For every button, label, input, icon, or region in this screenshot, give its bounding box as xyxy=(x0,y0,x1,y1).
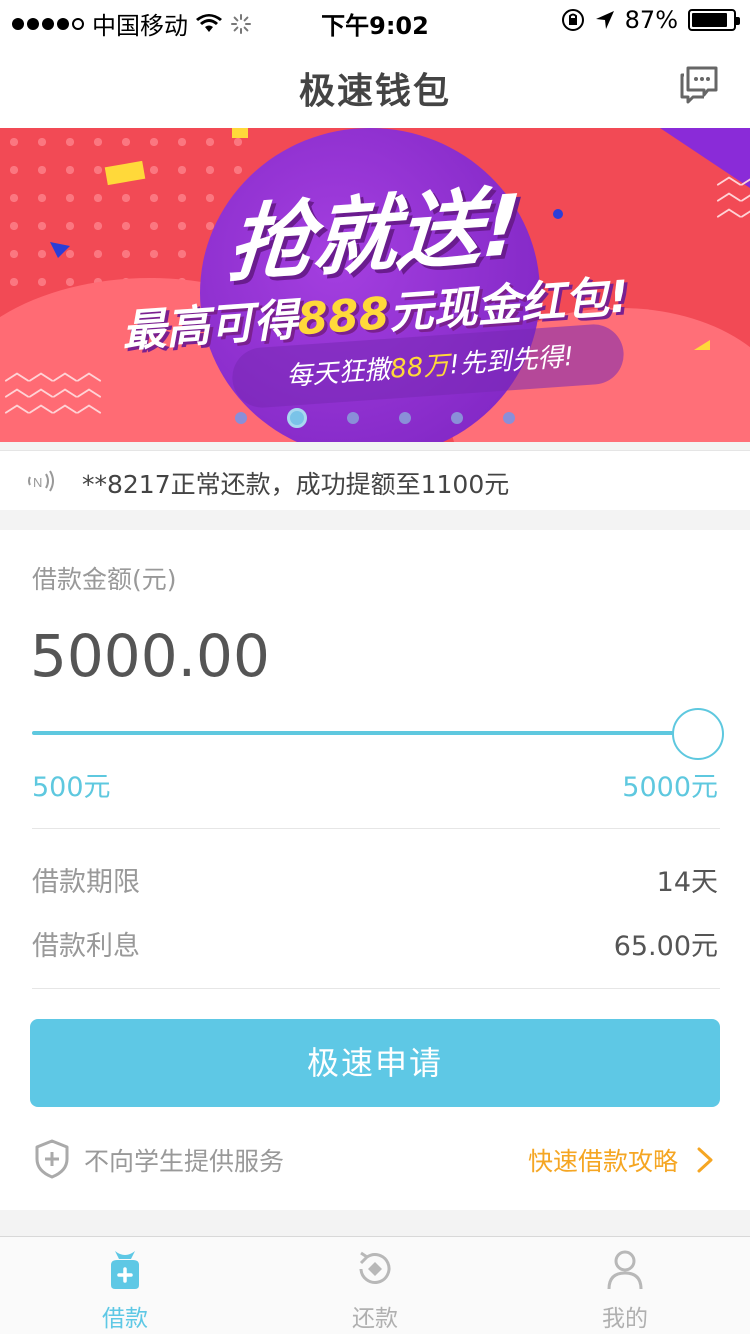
nav-bar: 极速钱包 xyxy=(0,40,750,128)
chevron-right-icon[interactable] xyxy=(696,1147,714,1173)
loan-card: 借款金额(元) 5000.00 500元 5000元 借款期限 14天 借款利息… xyxy=(0,530,750,1210)
tab-label-mine: 我的 xyxy=(602,1306,648,1332)
carousel-dot[interactable] xyxy=(451,412,463,424)
ticket-confetti-icon xyxy=(104,160,146,186)
tab-borrow[interactable]: 借款 xyxy=(0,1237,250,1334)
term-label: 借款期限 xyxy=(32,867,140,898)
amount-value: 5000.00 xyxy=(30,622,270,690)
interest-label: 借款利息 xyxy=(32,931,140,962)
svg-text:N: N xyxy=(33,475,42,490)
tab-bar: 借款 还款 我的 xyxy=(0,1236,750,1334)
location-arrow-icon xyxy=(595,11,614,29)
carousel-dot[interactable] xyxy=(347,412,359,424)
carousel-dot[interactable] xyxy=(235,412,247,424)
carousel-indicator[interactable] xyxy=(0,408,750,428)
student-notice: 不向学生提供服务 xyxy=(84,1147,285,1176)
loan-guide-link[interactable]: 快速借款攻略 xyxy=(528,1142,678,1178)
amount-slider-thumb[interactable] xyxy=(672,708,724,760)
carousel-dot[interactable] xyxy=(399,412,411,424)
banner-tagline-highlight: 88万 xyxy=(389,350,451,385)
status-bar: 中国移动 下午9:02 87% xyxy=(0,0,750,40)
notice-ticker: N **8217正常还款，成功提额至1100元 xyxy=(0,450,750,510)
yellow-confetti-icon xyxy=(232,128,248,138)
rotation-lock-icon xyxy=(561,9,584,31)
banner-subline-highlight: 888 xyxy=(295,288,391,346)
amount-slider-track[interactable] xyxy=(32,731,696,735)
interest-value: 65.00元 xyxy=(613,931,718,962)
money-bag-icon xyxy=(111,1251,139,1289)
notice-text: **8217正常还款，成功提额至1100元 xyxy=(82,470,510,499)
zigzag-decoration-left: ︿︿︿︿ ︿︿︿︿ ︿︿︿︿ xyxy=(4,357,102,419)
shield-plus-icon xyxy=(35,1139,69,1179)
tab-repay[interactable]: 还款 xyxy=(250,1237,500,1334)
repay-cycle-icon xyxy=(359,1251,391,1284)
chat-bubbles-icon[interactable] xyxy=(678,62,720,104)
battery-percent: 87% xyxy=(624,6,678,34)
carousel-dot[interactable] xyxy=(287,408,307,428)
amount-label: 借款金额(元) xyxy=(32,565,177,594)
divider xyxy=(32,828,720,829)
divider xyxy=(32,988,720,989)
promo-banner[interactable]: ︿︿︿︿︿︿︿︿︿︿︿︿ ︿︿︿︿︿︿ 抢就送! 最高可得888元现金红包! 每… xyxy=(0,128,750,442)
tab-label-repay: 还款 xyxy=(352,1306,398,1332)
tab-mine[interactable]: 我的 xyxy=(500,1237,750,1334)
slider-max-label: 5000元 xyxy=(622,772,718,803)
tab-label-borrow: 借款 xyxy=(102,1306,148,1332)
status-right-group: 87% xyxy=(561,6,740,34)
slider-min-label: 500元 xyxy=(32,772,111,803)
broadcast-icon: N xyxy=(28,470,54,492)
yellow-confetti-icon-2 xyxy=(694,340,710,350)
apply-button[interactable]: 极速申请 xyxy=(30,1019,720,1107)
person-icon xyxy=(607,1250,643,1290)
carousel-dot[interactable] xyxy=(503,412,515,424)
term-value: 14天 xyxy=(656,867,718,898)
page-title: 极速钱包 xyxy=(298,71,451,112)
battery-icon xyxy=(688,9,740,31)
